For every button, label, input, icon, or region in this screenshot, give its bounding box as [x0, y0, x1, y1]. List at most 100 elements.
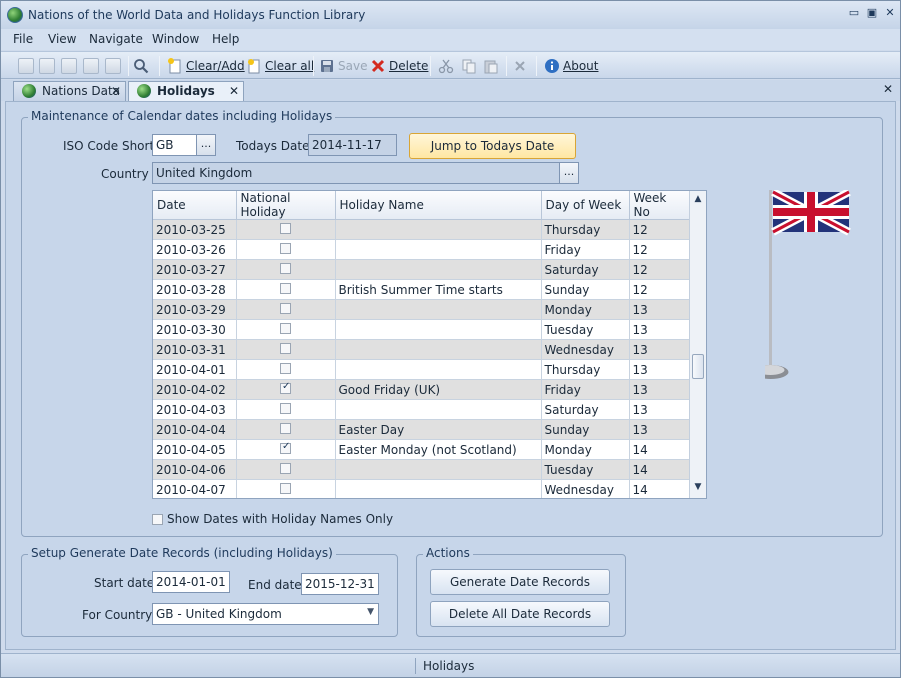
- column-header-week-no[interactable]: Week No: [629, 191, 691, 220]
- cell-date[interactable]: 2010-03-26: [153, 239, 237, 260]
- cell-date[interactable]: 2010-03-29: [153, 299, 237, 320]
- remove-button[interactable]: [512, 56, 531, 76]
- cell-national-holiday[interactable]: [236, 399, 336, 420]
- for-country-select[interactable]: GB - United Kingdom ▼: [152, 603, 379, 625]
- show-holiday-names-only-option[interactable]: Show Dates with Holiday Names Only: [152, 512, 393, 526]
- cell-holiday-name[interactable]: [335, 479, 542, 498]
- cell-national-holiday[interactable]: [236, 439, 336, 460]
- national-holiday-checkbox[interactable]: [280, 482, 291, 494]
- scroll-down-icon[interactable]: ▼: [692, 482, 704, 494]
- cell-day-of-week[interactable]: Monday: [541, 299, 630, 320]
- column-header-day-of-week[interactable]: Day of Week: [541, 191, 630, 220]
- cell-holiday-name[interactable]: British Summer Time starts: [335, 279, 542, 300]
- cell-holiday-name[interactable]: Easter Monday (not Scotland): [335, 439, 542, 460]
- cell-holiday-name[interactable]: Easter Day: [335, 419, 542, 440]
- cell-holiday-name[interactable]: Good Friday (UK): [335, 379, 542, 400]
- cell-holiday-name[interactable]: [335, 339, 542, 360]
- delete-all-date-records-button[interactable]: Delete All Date Records: [430, 601, 610, 627]
- table-row[interactable]: 2010-03-26 Friday 12: [153, 239, 691, 260]
- national-holiday-checkbox[interactable]: [280, 262, 291, 274]
- cell-date[interactable]: 2010-04-07: [153, 479, 237, 498]
- menu-help[interactable]: Help: [212, 32, 239, 46]
- table-row[interactable]: 2010-04-04 Easter Day Sunday 13: [153, 419, 691, 440]
- cell-day-of-week[interactable]: Wednesday: [541, 339, 630, 360]
- end-date-field[interactable]: 2015-12-31: [301, 573, 379, 595]
- column-header-national-holiday[interactable]: National Holiday: [236, 191, 336, 220]
- cell-national-holiday[interactable]: [236, 219, 336, 240]
- cell-week-no[interactable]: 13: [629, 359, 691, 380]
- cell-holiday-name[interactable]: [335, 299, 542, 320]
- start-date-field[interactable]: 2014-01-01: [152, 571, 230, 593]
- iso-lookup-button[interactable]: ...: [196, 134, 216, 156]
- cell-holiday-name[interactable]: [335, 359, 542, 380]
- cell-day-of-week[interactable]: Saturday: [541, 399, 630, 420]
- menu-view[interactable]: View: [48, 32, 76, 46]
- cell-day-of-week[interactable]: Monday: [541, 439, 630, 460]
- cell-national-holiday[interactable]: [236, 379, 336, 400]
- cell-national-holiday[interactable]: [236, 479, 336, 498]
- country-lookup-button[interactable]: ...: [559, 162, 579, 184]
- cell-day-of-week[interactable]: Friday: [541, 239, 630, 260]
- close-icon[interactable]: ✕: [883, 7, 897, 21]
- national-holiday-checkbox[interactable]: [280, 342, 291, 354]
- national-holiday-checkbox[interactable]: [280, 282, 291, 294]
- national-holiday-checkbox[interactable]: [280, 402, 291, 414]
- menu-file[interactable]: File: [13, 32, 33, 46]
- cell-date[interactable]: 2010-04-06: [153, 459, 237, 480]
- table-row[interactable]: 2010-04-06 Tuesday 14: [153, 459, 691, 480]
- table-row[interactable]: 2010-04-05 Easter Monday (not Scotland)Mo…: [153, 439, 691, 460]
- tab-holidays[interactable]: Holidays ✕: [128, 81, 244, 101]
- vertical-scrollbar[interactable]: ▲ ▼: [689, 191, 706, 498]
- scroll-up-icon[interactable]: ▲: [692, 194, 704, 206]
- cell-national-holiday[interactable]: [236, 279, 336, 300]
- iso-code-field[interactable]: GB: [152, 134, 198, 156]
- cell-week-no[interactable]: 14: [629, 439, 691, 460]
- cell-holiday-name[interactable]: [335, 319, 542, 340]
- scroll-thumb[interactable]: [692, 354, 704, 379]
- national-holiday-checkbox[interactable]: [280, 322, 291, 334]
- cell-national-holiday[interactable]: [236, 359, 336, 380]
- delete-button[interactable]: Delete: [370, 56, 428, 76]
- cell-national-holiday[interactable]: [236, 319, 336, 340]
- cell-day-of-week[interactable]: Thursday: [541, 359, 630, 380]
- table-row[interactable]: 2010-03-31 Wednesday 13: [153, 339, 691, 360]
- previous-record-button[interactable]: [39, 58, 55, 74]
- clear-all-button[interactable]: Clear all: [246, 56, 314, 76]
- cell-national-holiday[interactable]: [236, 259, 336, 280]
- cut-button[interactable]: [438, 56, 457, 76]
- cell-holiday-name[interactable]: [335, 219, 542, 240]
- next-record-button[interactable]: [83, 58, 99, 74]
- cell-week-no[interactable]: 13: [629, 419, 691, 440]
- national-holiday-checkbox[interactable]: [280, 381, 291, 394]
- last-record-button[interactable]: [105, 58, 121, 74]
- cell-week-no[interactable]: 12: [629, 239, 691, 260]
- national-holiday-checkbox[interactable]: [280, 441, 291, 454]
- holidays-grid[interactable]: Date National Holiday Holiday Name Day o…: [152, 190, 707, 499]
- cell-national-holiday[interactable]: [236, 299, 336, 320]
- column-header-holiday-name[interactable]: Holiday Name: [335, 191, 542, 220]
- cell-week-no[interactable]: 13: [629, 379, 691, 400]
- cell-date[interactable]: 2010-03-28: [153, 279, 237, 300]
- table-row[interactable]: 2010-03-29 Monday 13: [153, 299, 691, 320]
- cell-holiday-name[interactable]: [335, 259, 542, 280]
- national-holiday-checkbox[interactable]: [280, 362, 291, 374]
- cell-date[interactable]: 2010-03-31: [153, 339, 237, 360]
- cell-week-no[interactable]: 12: [629, 279, 691, 300]
- save-button[interactable]: Save: [319, 56, 367, 76]
- close-tab-icon[interactable]: ✕: [111, 84, 121, 98]
- minimize-icon[interactable]: ▭: [847, 7, 861, 21]
- table-row[interactable]: 2010-03-27 Saturday 12: [153, 259, 691, 280]
- cell-week-no[interactable]: 12: [629, 259, 691, 280]
- cell-day-of-week[interactable]: Tuesday: [541, 459, 630, 480]
- cell-day-of-week[interactable]: Tuesday: [541, 319, 630, 340]
- cell-day-of-week[interactable]: Saturday: [541, 259, 630, 280]
- table-row[interactable]: 2010-04-03 Saturday 13: [153, 399, 691, 420]
- national-holiday-checkbox[interactable]: [280, 302, 291, 314]
- table-row[interactable]: 2010-03-28 British Summer Time starts Sund…: [153, 279, 691, 300]
- refresh-button[interactable]: [61, 58, 77, 74]
- cell-holiday-name[interactable]: [335, 239, 542, 260]
- cell-week-no[interactable]: 13: [629, 399, 691, 420]
- about-button[interactable]: About: [544, 56, 598, 76]
- cell-date[interactable]: 2010-03-30: [153, 319, 237, 340]
- maximize-icon[interactable]: ▣: [865, 7, 879, 21]
